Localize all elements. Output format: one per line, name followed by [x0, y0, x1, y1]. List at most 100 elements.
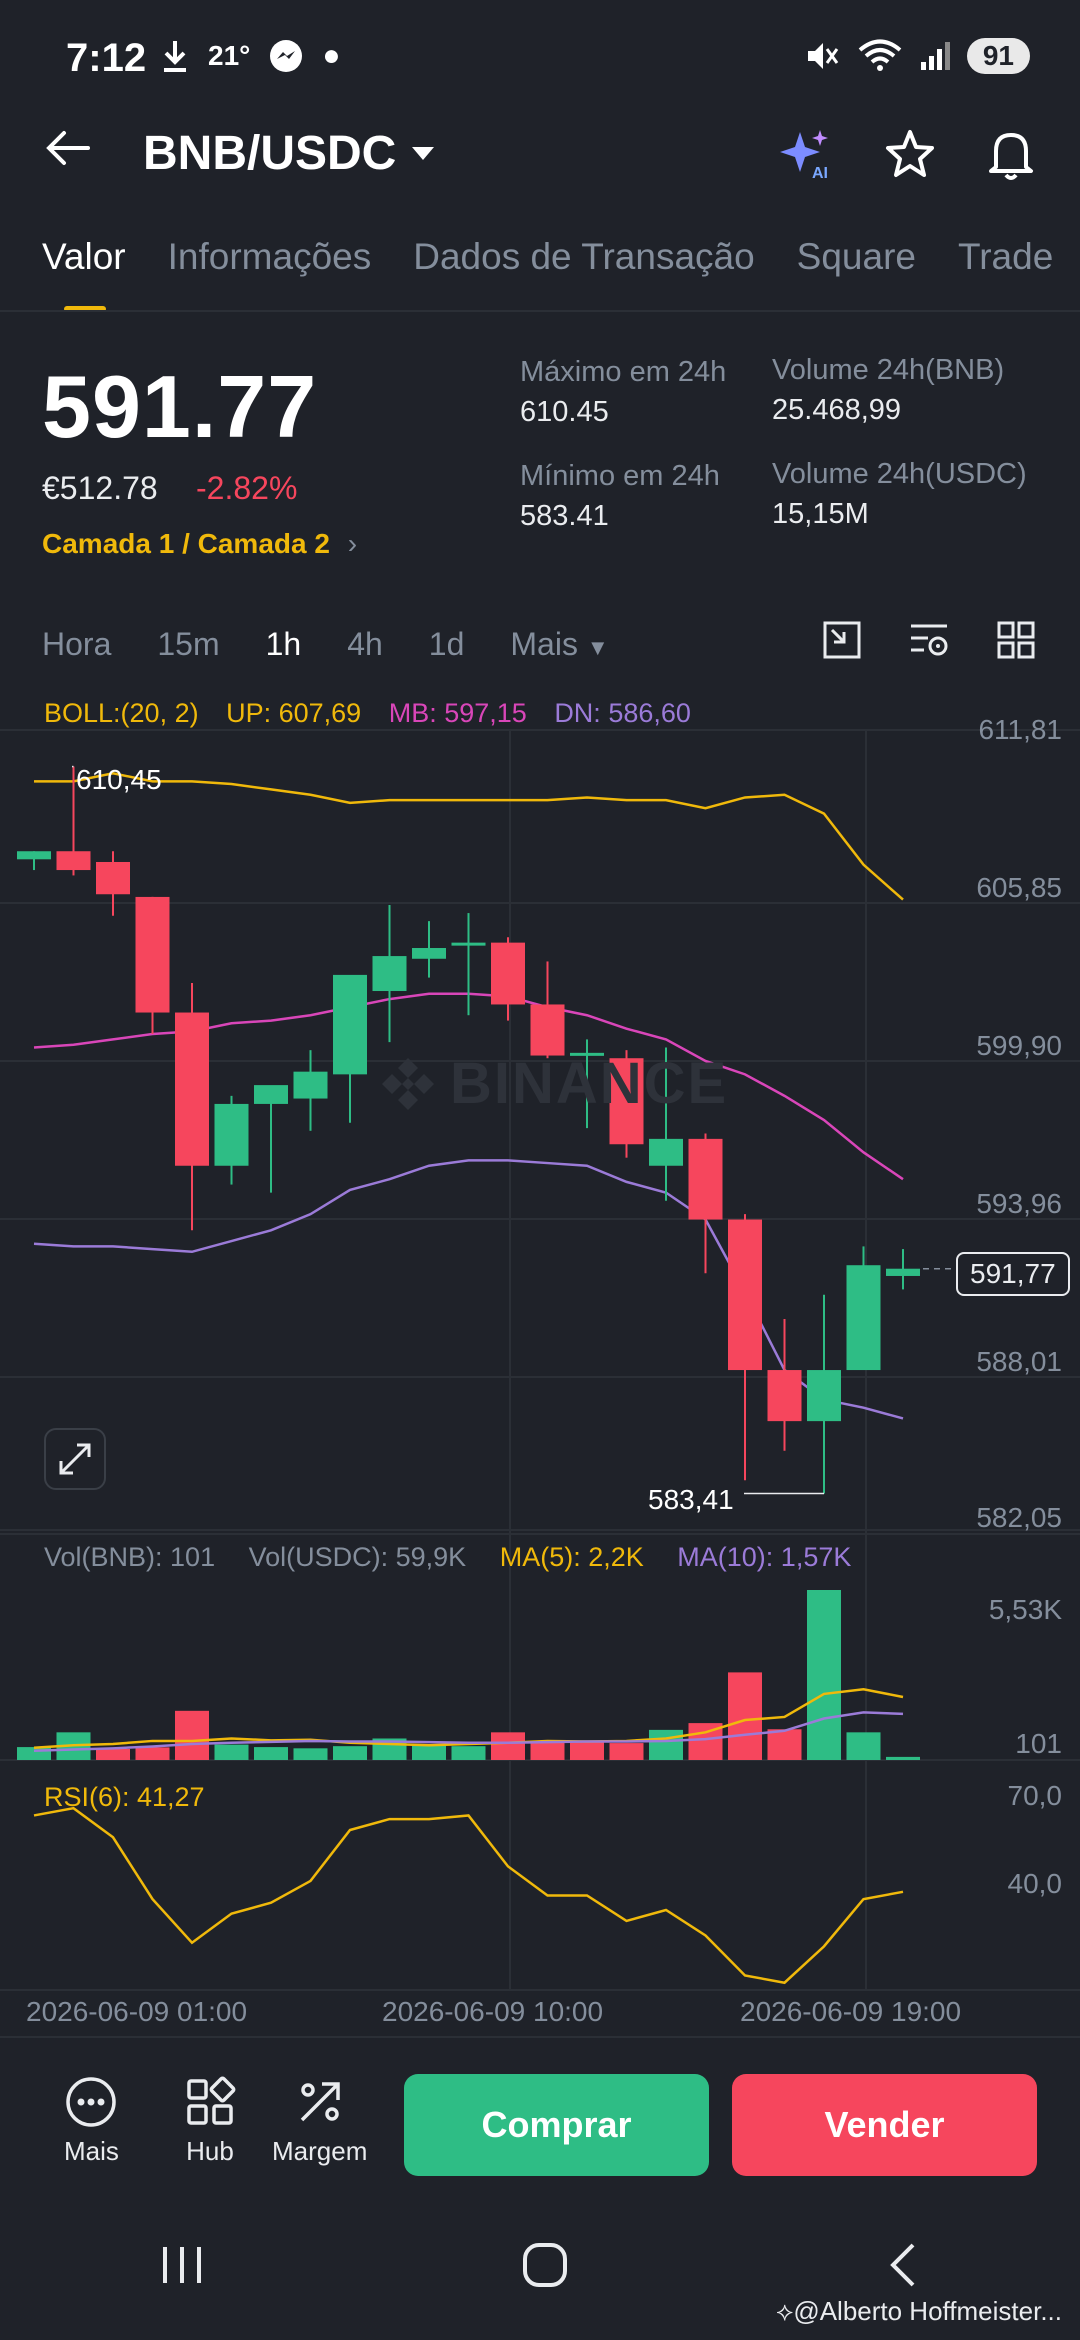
candle-body — [807, 1370, 841, 1422]
margin-button[interactable]: Margem — [272, 2076, 367, 2167]
star-icon[interactable] — [884, 128, 936, 180]
interval-4h[interactable]: 4h — [347, 626, 383, 663]
volume-legend: Vol(BNB): 101 Vol(USDC): 59,9K MA(5): 2,… — [44, 1542, 851, 1573]
volume-bar — [886, 1756, 920, 1760]
pair-name: BNB/USDC — [143, 127, 397, 180]
candle-body — [767, 1370, 802, 1422]
boll-dn: DN: 586,60 — [554, 698, 691, 728]
vol-bnb-value: 25.468,99 — [772, 394, 902, 426]
tab-square[interactable]: Square — [797, 236, 916, 278]
volume-bar — [649, 1729, 683, 1760]
interval-bar: Hora 15m 1h 4h 1d Mais ▼ — [42, 626, 609, 663]
candle-body — [649, 1138, 683, 1166]
grid-layout-icon[interactable] — [996, 620, 1036, 660]
chart-tools — [822, 620, 1036, 660]
tab-valor[interactable]: Valor — [42, 236, 126, 312]
interval-hora[interactable]: Hora — [42, 626, 111, 663]
tab-bar: Valor Informações Dados de Transação Squ… — [42, 236, 1053, 312]
volume-bar — [135, 1747, 170, 1760]
volume-bar — [767, 1729, 802, 1760]
fullscreen-button[interactable] — [44, 1428, 106, 1490]
volume-bar — [491, 1732, 525, 1760]
layer-tag[interactable]: Camada 1 / Camada 2 › — [42, 528, 357, 560]
messenger-icon — [270, 40, 303, 72]
home-icon[interactable] — [520, 2240, 570, 2290]
time-axis-label: 2026-06-09 19:00 — [740, 1996, 962, 2027]
tab-dados-transacao[interactable]: Dados de Transação — [413, 236, 754, 278]
battery-level: 91 — [966, 38, 1030, 74]
expand-icon — [59, 1443, 91, 1475]
high-marker-label: 610,45 — [76, 764, 162, 795]
margin-icon — [300, 2082, 340, 2122]
recent-apps-icon[interactable] — [157, 2243, 207, 2287]
hub-grid-icon — [187, 2076, 236, 2125]
candle-body — [333, 974, 367, 1075]
binance-logo-icon — [382, 1057, 434, 1110]
price-chart[interactable] — [0, 680, 1080, 2040]
status-right-icons: 91 — [805, 38, 1030, 74]
chart-shrink-icon[interactable] — [822, 620, 862, 660]
price-axis-label: 599,90 — [976, 1030, 1062, 1061]
interval-1d[interactable]: 1d — [429, 626, 465, 663]
candle-body — [886, 1268, 920, 1276]
vol-usdc: Vol(USDC): 59,9K — [248, 1542, 467, 1572]
price-axis-label: 582,05 — [976, 1502, 1062, 1533]
bell-icon[interactable] — [986, 127, 1036, 181]
volume-bar — [609, 1743, 644, 1760]
back-nav-icon[interactable] — [883, 2240, 923, 2290]
vol-usdc-value: 15,15M — [772, 498, 869, 530]
candle-body — [175, 1012, 209, 1166]
wifi-icon — [858, 39, 902, 71]
buy-button[interactable]: Comprar — [404, 2074, 709, 2176]
candle-body — [135, 896, 170, 1013]
high-value: 610.45 — [520, 396, 609, 428]
binance-small-icon: ⟡ — [776, 2296, 794, 2326]
fiat-price: €512.78 — [42, 470, 158, 506]
candle-body — [17, 851, 51, 860]
boll-mb: MB: 597,15 — [388, 698, 527, 728]
vol-usdc-label: Volume 24h(USDC) — [772, 458, 1027, 490]
price-axis-label: 605,85 — [976, 872, 1062, 903]
signal-icon — [920, 42, 950, 70]
ai-sparkle-icon[interactable]: AI — [778, 126, 834, 182]
boll-label: BOLL:(20, 2) — [44, 698, 199, 728]
volume-bar — [254, 1747, 288, 1760]
interval-15m[interactable]: 15m — [157, 626, 219, 663]
tab-trade[interactable]: Trade — [958, 236, 1053, 278]
pair-selector[interactable]: BNB/USDC — [143, 126, 436, 181]
low-label: Mínimo em 24h — [520, 460, 720, 492]
volume-bar — [846, 1732, 881, 1760]
more-dots-icon — [66, 2077, 117, 2127]
vol-ma10: MA(10): 1,57K — [677, 1542, 852, 1572]
header-actions: AI — [778, 126, 1036, 182]
candle-body — [372, 956, 407, 992]
candle-body — [254, 1085, 288, 1104]
more-button[interactable]: Mais — [64, 2076, 119, 2167]
volume-bar — [333, 1746, 367, 1760]
candle-body — [293, 1071, 328, 1099]
candle-body — [56, 851, 91, 871]
chevron-right-icon: › — [347, 528, 358, 559]
photo-credit: ⟡@Alberto Hoffmeister... — [776, 2296, 1062, 2326]
back-arrow-icon[interactable] — [44, 128, 92, 168]
binance-watermark: BINANCE — [378, 1050, 728, 1117]
indicator-settings-icon[interactable] — [908, 620, 950, 660]
boll-up-line — [34, 772, 904, 901]
download-icon — [164, 41, 186, 72]
candle-body — [451, 942, 486, 946]
hub-button[interactable]: Hub — [184, 2076, 236, 2167]
boll-legend: BOLL:(20, 2) UP: 607,69 MB: 597,15 DN: 5… — [44, 698, 691, 729]
interval-1h[interactable]: 1h — [266, 626, 302, 663]
interval-more[interactable]: Mais ▼ — [510, 626, 608, 663]
vol-bnb: Vol(BNB): 101 — [44, 1542, 216, 1572]
volume-bar — [530, 1741, 565, 1760]
price-axis-label: 593,96 — [976, 1188, 1062, 1219]
low-value: 583.41 — [520, 500, 609, 532]
system-nav-bar — [0, 2240, 1080, 2290]
tab-informacoes[interactable]: Informações — [168, 236, 372, 278]
volume-axis-label: 101 — [1015, 1728, 1062, 1759]
sell-button[interactable]: Vender — [732, 2074, 1037, 2176]
candle-body — [846, 1265, 881, 1371]
price-axis-label: 611,81 — [978, 714, 1062, 745]
price-axis-label: 588,01 — [976, 1346, 1062, 1377]
